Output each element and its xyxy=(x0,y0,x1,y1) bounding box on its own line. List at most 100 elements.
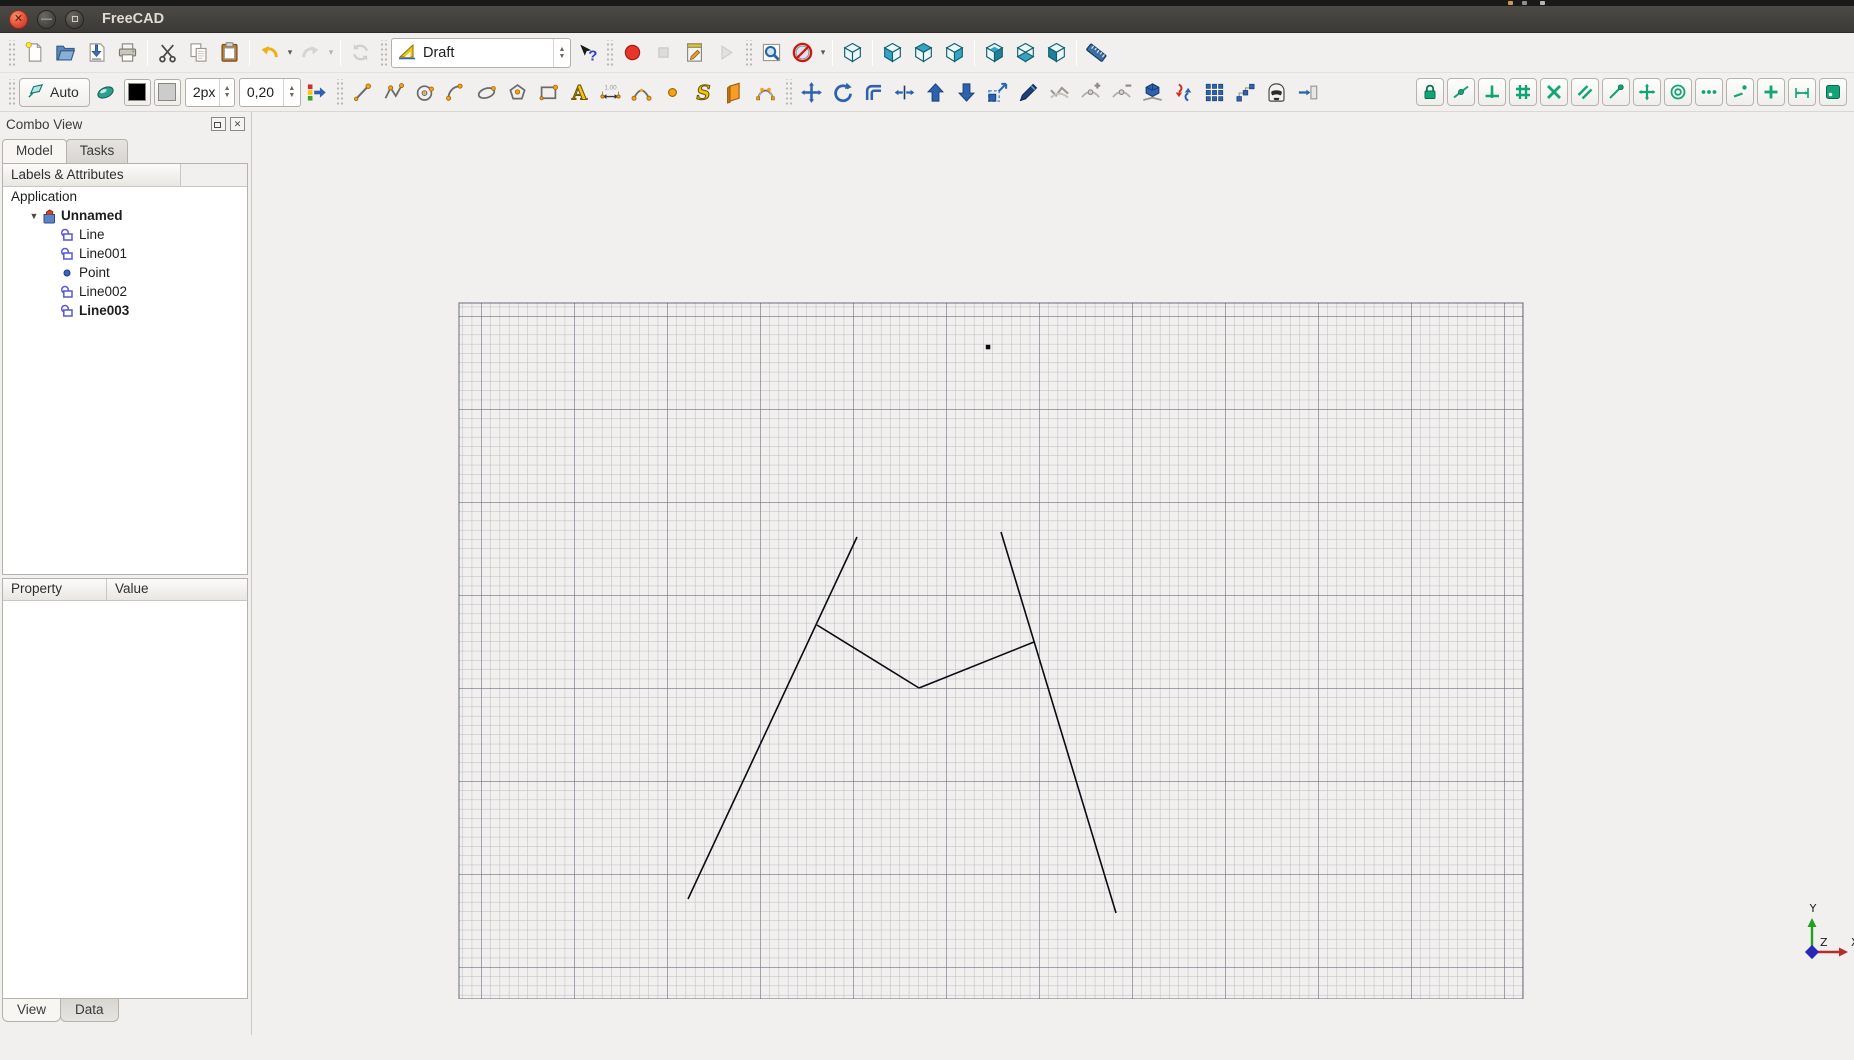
snap-ortho-toggle[interactable] xyxy=(1633,78,1661,106)
draw-style-button[interactable] xyxy=(787,37,818,68)
snap-intersection-toggle[interactable] xyxy=(1540,78,1568,106)
toolbar-grip[interactable] xyxy=(379,39,388,66)
snap-parallel-toggle[interactable] xyxy=(1571,78,1599,106)
view-top-button[interactable] xyxy=(908,37,939,68)
draft-polygon-button[interactable] xyxy=(502,77,533,108)
toolbar-grip[interactable] xyxy=(7,79,16,105)
tree-item-line001[interactable]: Line001 xyxy=(3,244,247,263)
face-color-button[interactable] xyxy=(153,78,181,106)
snap-dimensions-toggle[interactable] xyxy=(1788,78,1816,106)
document-tab[interactable]: Unnamed : 1* ✖ xyxy=(252,999,1854,1060)
print-button[interactable] xyxy=(112,37,143,68)
view-rear-button[interactable] xyxy=(979,37,1010,68)
draft-clone-button[interactable] xyxy=(1261,77,1292,108)
draft-bezcurve-button[interactable] xyxy=(750,77,781,108)
snap-midpoint-toggle[interactable] xyxy=(1447,78,1475,106)
snap-center-toggle[interactable] xyxy=(1664,78,1692,106)
tab-view[interactable]: View xyxy=(2,999,62,1022)
text-scale-field[interactable]: 0,20 ▲ ▼ xyxy=(238,77,301,107)
new-document-button[interactable] xyxy=(19,37,50,68)
view-fit-all-button[interactable] xyxy=(756,37,787,68)
undo-button[interactable] xyxy=(254,37,285,68)
tree-item-point[interactable]: Point xyxy=(3,263,247,282)
snap-near-toggle[interactable] xyxy=(1726,78,1754,106)
3d-viewport[interactable]: YXZ xyxy=(252,112,1854,1000)
draft-rotate-button[interactable] xyxy=(827,77,858,108)
draft-edit-button[interactable] xyxy=(1013,77,1044,108)
property-header[interactable]: Property Value xyxy=(3,579,247,601)
draft-path-array-button[interactable] xyxy=(1230,77,1261,108)
whats-this-button[interactable]: ? xyxy=(571,37,602,68)
draft-offset-button[interactable] xyxy=(858,77,889,108)
draft-bspline-button[interactable] xyxy=(626,77,657,108)
toolbar-grip[interactable] xyxy=(605,39,614,66)
snap-endpoint-toggle[interactable] xyxy=(1602,78,1630,106)
draft-delete-point-button[interactable] xyxy=(1106,77,1137,108)
working-plane-button[interactable]: Auto xyxy=(19,77,90,107)
tab-model[interactable]: Model xyxy=(2,139,67,163)
cut-button[interactable] xyxy=(152,37,183,68)
draft-point-button[interactable] xyxy=(657,77,688,108)
toolbar-grip[interactable] xyxy=(334,79,344,105)
property-column-value[interactable]: Value xyxy=(107,579,247,600)
snap-grid-toggle[interactable] xyxy=(1509,78,1537,106)
view-axonometric-button[interactable] xyxy=(837,37,868,68)
draft-shapestring-button[interactable]: S xyxy=(688,77,719,108)
construction-mode-button[interactable] xyxy=(90,77,121,108)
toolbar-grip[interactable] xyxy=(7,39,16,66)
draft-shape2dview-button[interactable] xyxy=(1137,77,1168,108)
draft-to-sketch-button[interactable] xyxy=(1168,77,1199,108)
copy-button[interactable] xyxy=(183,37,214,68)
draft-object-Point[interactable] xyxy=(985,344,991,350)
macro-stop-button[interactable] xyxy=(648,37,679,68)
snap-lock-toggle[interactable] xyxy=(1416,78,1444,106)
draft-add-point-button[interactable] xyxy=(1075,77,1106,108)
save-document-button[interactable] xyxy=(81,37,112,68)
macro-play-button[interactable] xyxy=(710,37,741,68)
view-bottom-button[interactable] xyxy=(1010,37,1041,68)
window-maximize-button[interactable] xyxy=(65,9,84,29)
draft-facebinder-button[interactable] xyxy=(719,77,750,108)
view-left-button[interactable] xyxy=(1041,37,1072,68)
macro-record-button[interactable] xyxy=(617,37,648,68)
workbench-selector-spin-buttons[interactable]: ▲ ▼ xyxy=(553,38,570,67)
draft-text-button[interactable]: A xyxy=(564,77,595,108)
draft-downgrade-button[interactable] xyxy=(951,77,982,108)
draft-trimex-button[interactable] xyxy=(889,77,920,108)
snap-extension-toggle[interactable] xyxy=(1757,78,1785,106)
toolbar-grip[interactable] xyxy=(783,79,793,105)
draft-rectangle-button[interactable] xyxy=(533,77,564,108)
macro-edit-button[interactable] xyxy=(679,37,710,68)
draft-scale-button[interactable] xyxy=(982,77,1013,108)
draft-dimension-button[interactable]: 1.00 xyxy=(595,77,626,108)
tab-tasks[interactable]: Tasks xyxy=(65,139,129,163)
snap-perpendicular-toggle[interactable] xyxy=(1478,78,1506,106)
tab-data[interactable]: Data xyxy=(60,999,119,1022)
tree-item-line002[interactable]: Line002 xyxy=(3,282,247,301)
property-column-property[interactable]: Property xyxy=(3,579,107,600)
draft-circle-button[interactable] xyxy=(409,77,440,108)
workbench-selector[interactable]: Draft ▲ ▼ xyxy=(391,37,571,68)
tree-item-application[interactable]: Application xyxy=(3,187,247,206)
refresh-button[interactable] xyxy=(345,37,376,68)
draft-mirror-button[interactable] xyxy=(1292,77,1323,108)
tree-item-unnamed[interactable]: ▼ Unnamed xyxy=(3,206,247,225)
snap-special-toggle[interactable] xyxy=(1695,78,1723,106)
draft-line-button[interactable] xyxy=(347,77,378,108)
measure-distance-button[interactable] xyxy=(1081,37,1112,68)
text-scale-spin-buttons[interactable]: ▲ ▼ xyxy=(282,78,300,106)
view-right-button[interactable] xyxy=(939,37,970,68)
redo-button[interactable] xyxy=(295,37,326,68)
tree-item-line003[interactable]: Line003 xyxy=(3,301,247,320)
open-document-button[interactable] xyxy=(50,37,81,68)
tree-column-header[interactable]: Labels & Attributes xyxy=(3,164,247,187)
apply-style-button[interactable] xyxy=(301,77,332,108)
snap-workingplane-toggle[interactable] xyxy=(1819,78,1847,106)
redo-dropdown-arrow[interactable]: ▾ xyxy=(326,47,336,58)
tree-item-line[interactable]: Line xyxy=(3,225,247,244)
paste-button[interactable] xyxy=(214,37,245,68)
line-width-spin-buttons[interactable]: ▲ ▼ xyxy=(219,78,233,106)
draft-upgrade-button[interactable] xyxy=(920,77,951,108)
title-bar[interactable]: ✕ — FreeCAD xyxy=(0,6,1854,33)
panel-float-button[interactable] xyxy=(211,117,226,131)
